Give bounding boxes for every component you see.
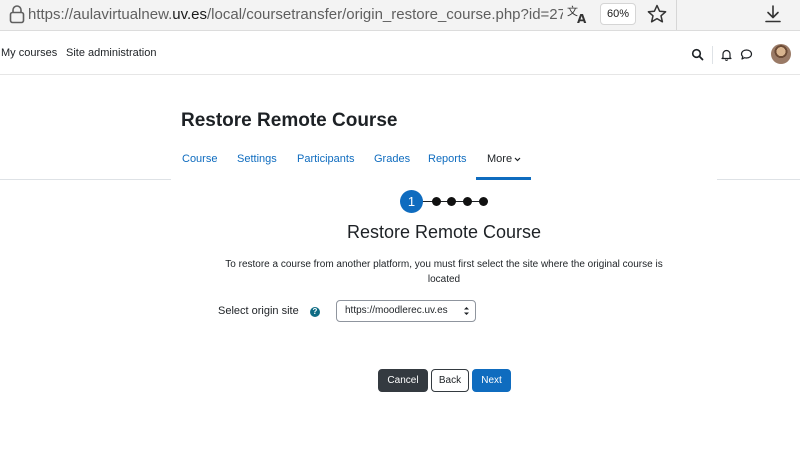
url-path: /local/coursetransfer/origin_restore_cou… bbox=[207, 6, 563, 23]
nav-my-courses[interactable]: My courses bbox=[1, 47, 57, 59]
tab-grades[interactable]: Grades bbox=[374, 153, 410, 165]
bell-icon[interactable] bbox=[720, 48, 733, 61]
star-icon[interactable] bbox=[646, 3, 668, 25]
page-title: Restore Remote Course bbox=[181, 110, 398, 131]
tab-participants[interactable]: Participants bbox=[297, 153, 354, 165]
tab-course[interactable]: Course bbox=[182, 153, 217, 165]
step-dot-4 bbox=[463, 197, 472, 206]
step-dot-5 bbox=[479, 197, 488, 206]
navbar-separator bbox=[712, 46, 713, 64]
tab-reports[interactable]: Reports bbox=[428, 153, 467, 165]
step-dot-3 bbox=[447, 197, 456, 206]
chat-icon[interactable] bbox=[740, 48, 753, 61]
nav-site-administration[interactable]: Site administration bbox=[66, 47, 157, 59]
zoom-badge[interactable]: 60% bbox=[600, 3, 636, 25]
origin-site-select[interactable]: https://moodlerec.uv.es bbox=[336, 300, 476, 322]
active-tab-indicator bbox=[476, 177, 531, 180]
tab-more-label: More bbox=[487, 153, 513, 165]
svg-text:A: A bbox=[577, 12, 587, 25]
tab-more[interactable]: More bbox=[487, 153, 521, 165]
origin-site-label: Select origin site bbox=[218, 305, 299, 317]
next-button[interactable]: Next bbox=[472, 369, 511, 392]
back-button[interactable]: Back bbox=[431, 369, 469, 392]
top-navbar: My courses Site administration bbox=[0, 36, 800, 75]
url-prefix: https://aulavirtualnew. bbox=[28, 6, 173, 23]
cancel-button[interactable]: Cancel bbox=[378, 369, 428, 392]
lock-icon bbox=[9, 5, 25, 24]
origin-site-value: https://moodlerec.uv.es bbox=[345, 305, 448, 316]
download-icon[interactable] bbox=[762, 3, 784, 25]
step-dot-2 bbox=[432, 197, 441, 206]
step-current: 1 bbox=[400, 190, 423, 213]
url-domain: uv.es bbox=[172, 6, 208, 23]
browser-address-bar: https://aulavirtualnew.uv.es/local/cours… bbox=[0, 0, 800, 31]
url-field[interactable]: https://aulavirtualnew.uv.es/local/cours… bbox=[28, 0, 563, 30]
help-icon[interactable]: ? bbox=[310, 307, 320, 317]
instructions-text: To restore a course from another platfor… bbox=[225, 259, 663, 285]
select-arrows-icon bbox=[463, 301, 470, 329]
search-icon[interactable] bbox=[691, 48, 704, 61]
chevron-down-icon bbox=[514, 157, 521, 161]
translate-icon[interactable]: 文 A bbox=[566, 3, 590, 25]
avatar[interactable] bbox=[771, 44, 791, 64]
tab-settings[interactable]: Settings bbox=[237, 153, 277, 165]
toolbar-divider bbox=[676, 0, 677, 30]
section-title: Restore Remote Course bbox=[346, 222, 542, 242]
